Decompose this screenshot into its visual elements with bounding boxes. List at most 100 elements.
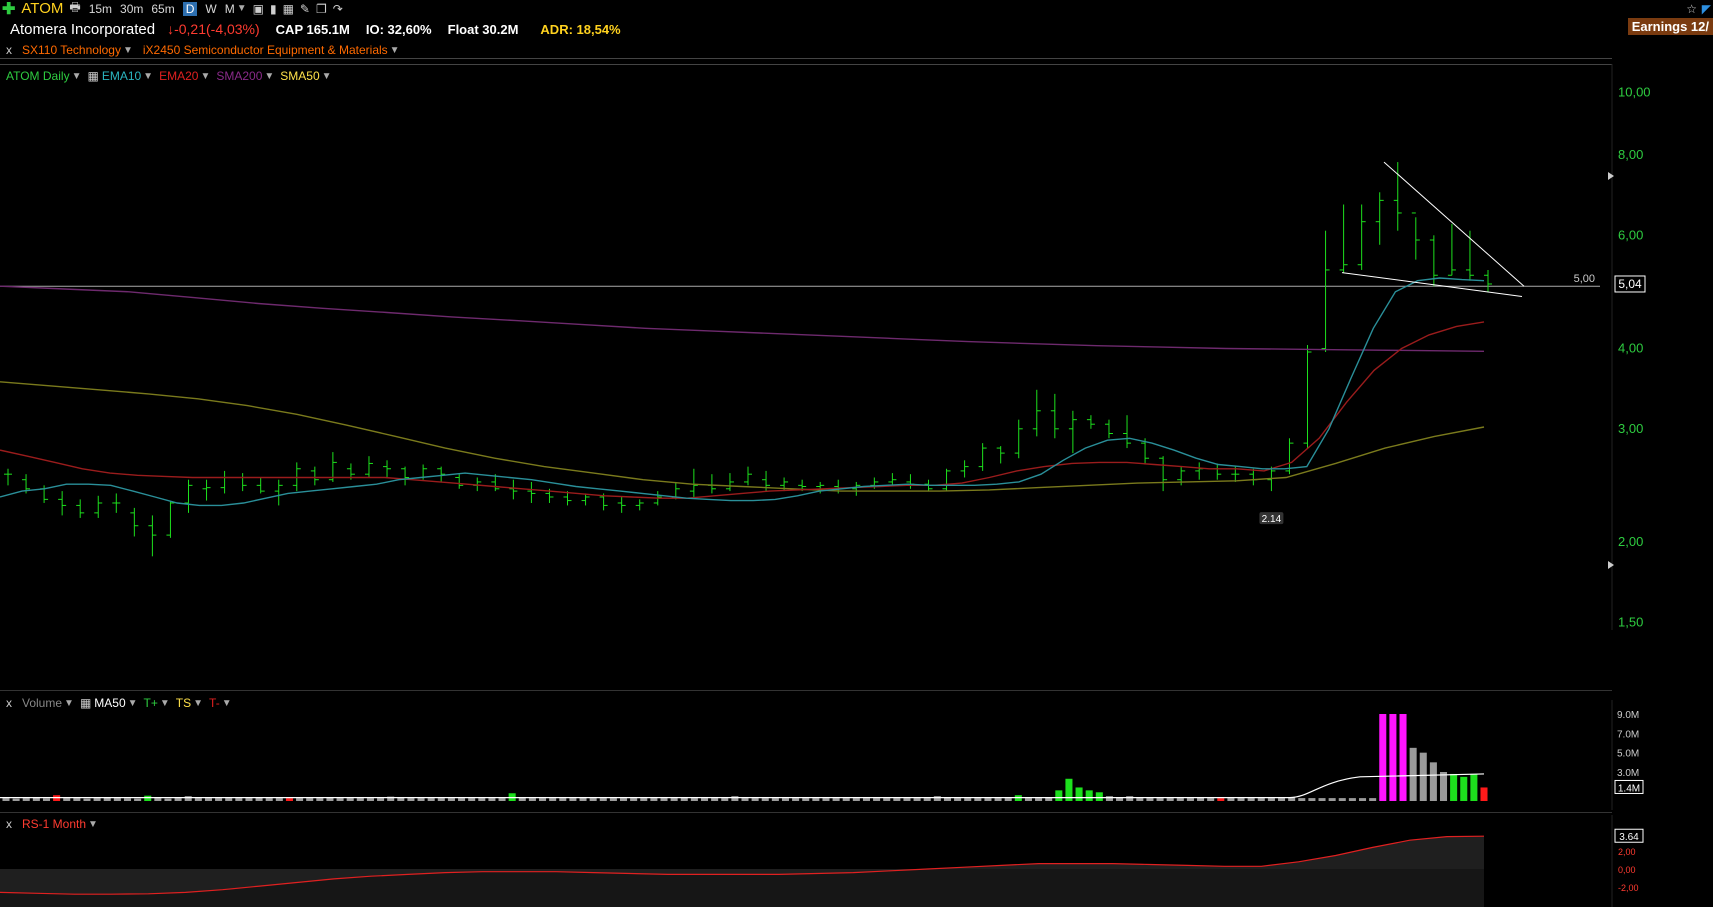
volume-bar: [1359, 798, 1367, 801]
volume-bar: [427, 798, 435, 801]
price-tick-label: 10,00: [1618, 85, 1651, 100]
volume-bar: [862, 798, 870, 801]
volume-bar: [1146, 798, 1154, 801]
volume-bar: [903, 798, 911, 801]
volume-bar: [751, 798, 759, 801]
price-tick-label: 1,50: [1618, 614, 1643, 629]
volume-bar: [1136, 798, 1144, 801]
volume-bar: [1480, 787, 1488, 801]
volume-bar: [437, 798, 445, 801]
volume-bar: [225, 798, 233, 801]
volume-bar: [407, 798, 415, 801]
volume-bar: [1176, 798, 1184, 801]
volume-bar: [245, 798, 253, 801]
volume-bar: [640, 798, 648, 801]
volume-bar: [802, 798, 810, 801]
rs-chart[interactable]: 2,00 0,00 -2,00 3.64: [0, 815, 1713, 907]
volume-bar: [771, 798, 779, 801]
volume-bar: [559, 798, 567, 801]
low-marker-label: 2.14: [1262, 514, 1282, 525]
volume-bar: [63, 798, 71, 801]
volume-bar: [1024, 798, 1032, 801]
volume-bar: [12, 798, 20, 801]
volume-bar: [1470, 773, 1478, 801]
volume-bar: [842, 798, 850, 801]
volume-bar: [1035, 798, 1043, 801]
price-tick-label: 4,00: [1618, 341, 1643, 356]
volume-bar: [781, 798, 790, 801]
volume-bar: [478, 798, 486, 801]
volume-bar: [296, 798, 304, 801]
volume-bar: [660, 798, 668, 801]
volume-bar: [488, 798, 496, 801]
price-chart[interactable]: 10,00 8,00 6,00 4,00 3,00 2,00 1,50 5,00 5,04 2.1…: [0, 0, 1713, 630]
rs-last-label: 3.64: [1619, 832, 1639, 843]
volume-bar: [1460, 776, 1468, 801]
volume-bar: [741, 798, 749, 801]
volume-bar: [1318, 798, 1326, 801]
volume-bar: [265, 798, 273, 801]
volume-bar: [2, 798, 10, 801]
volume-bar: [447, 798, 455, 801]
volume-bar: [144, 795, 152, 801]
volume-bar: [1166, 798, 1174, 801]
volume-ma-line: [0, 773, 1485, 799]
volume-bar: [93, 798, 101, 801]
volume-bar: [620, 798, 628, 801]
volume-bar: [194, 798, 202, 801]
volume-bar: [184, 796, 192, 801]
volume-bar: [883, 798, 891, 801]
volume-bar: [589, 798, 597, 801]
divider: [0, 812, 1612, 813]
volume-bar: [1450, 773, 1458, 801]
volume-bar: [1389, 714, 1397, 801]
volume-bar: [1379, 714, 1387, 801]
volume-bar: [792, 798, 800, 801]
volume-bar: [670, 798, 678, 801]
volume-tick-label: 5.0M: [1617, 749, 1639, 760]
volume-bar: [1278, 798, 1286, 801]
volume-bar: [1217, 798, 1225, 801]
volume-bar: [690, 798, 698, 801]
level-line-label: 5,00: [1574, 273, 1595, 285]
price-tick-label: 2,00: [1618, 534, 1643, 549]
volume-bar: [711, 798, 719, 801]
volume-bar: [1338, 798, 1346, 801]
volume-bar: [1075, 787, 1083, 801]
volume-bar: [468, 798, 476, 801]
volume-bar: [336, 798, 344, 801]
volume-chart[interactable]: 9.0M 7.0M 5.0M 3.0M 1.4M: [0, 700, 1713, 810]
volume-bar: [599, 798, 607, 801]
volume-bar: [913, 798, 921, 801]
volume-bar: [873, 798, 881, 801]
volume-bar: [1348, 798, 1356, 801]
volume-bar: [954, 798, 962, 801]
volume-bar: [204, 798, 212, 801]
divider: [0, 690, 1612, 691]
volume-bar: [1156, 798, 1164, 801]
axis-arrow-icon: [1608, 561, 1614, 569]
volume-bar: [1095, 792, 1103, 801]
volume-bar: [1369, 798, 1377, 801]
volume-bar: [164, 798, 172, 801]
axis-arrow-icon: [1608, 172, 1614, 180]
volume-bar: [1419, 752, 1427, 801]
volume-bar: [1267, 798, 1275, 801]
volume-bar: [984, 798, 992, 801]
volume-bar: [852, 798, 860, 801]
volume-bar: [83, 798, 91, 801]
volume-bar: [1409, 747, 1417, 801]
price-tick-label: 6,00: [1618, 227, 1643, 242]
volume-bar: [215, 798, 223, 801]
volume-bar: [569, 798, 577, 801]
volume-bar: [650, 798, 658, 801]
volume-bar: [832, 798, 840, 801]
volume-bar: [933, 796, 941, 801]
volume-bar: [822, 798, 830, 801]
volume-bar: [1237, 798, 1245, 801]
sma200-line: [0, 285, 1485, 352]
volume-bar: [42, 798, 51, 801]
volume-bar: [306, 798, 314, 801]
volume-bar: [458, 798, 466, 801]
volume-bar: [154, 798, 162, 801]
